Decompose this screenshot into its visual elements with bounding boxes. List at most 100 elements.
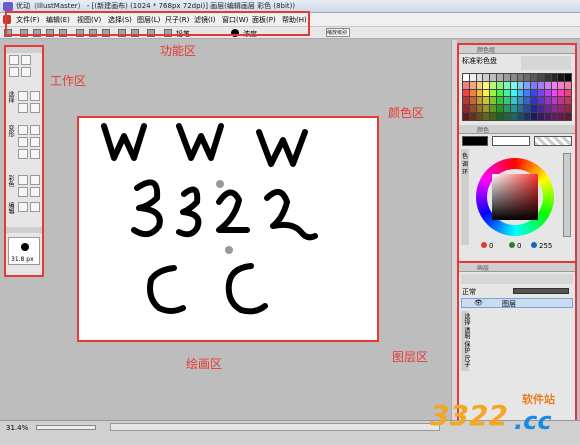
color-swatch[interactable] xyxy=(531,97,537,105)
blur-tool-icon[interactable] xyxy=(18,149,28,159)
color-swatch[interactable] xyxy=(531,74,537,81)
color-swatch[interactable] xyxy=(469,105,476,113)
color-swatch[interactable] xyxy=(551,89,558,97)
color-swatch[interactable] xyxy=(483,97,490,105)
color-swatch[interactable] xyxy=(565,97,571,105)
color-swatch[interactable] xyxy=(565,74,571,81)
color-swatch[interactable] xyxy=(497,113,503,120)
layer-visible-icon[interactable]: 👁 xyxy=(474,299,483,307)
color-swatch[interactable] xyxy=(483,113,490,120)
color-swatch[interactable] xyxy=(510,97,517,105)
lasso-select-icon[interactable] xyxy=(30,91,40,101)
color-swatch[interactable] xyxy=(503,105,510,113)
watercolor-tool-icon[interactable] xyxy=(30,137,40,147)
sub-color-swatch[interactable] xyxy=(492,136,530,146)
color-swatch[interactable] xyxy=(463,81,469,89)
color-swatch[interactable] xyxy=(544,113,551,120)
color-swatch[interactable] xyxy=(497,89,503,97)
color-swatch[interactable] xyxy=(544,89,551,97)
color-swatch[interactable] xyxy=(565,89,571,97)
color-swatch[interactable] xyxy=(524,74,531,81)
color-swatch[interactable] xyxy=(551,105,558,113)
color-swatch[interactable] xyxy=(510,105,517,113)
transparent-swatch[interactable] xyxy=(534,136,572,146)
layer-row[interactable]: 👁 图层 xyxy=(461,298,573,308)
color-swatch[interactable] xyxy=(565,113,571,120)
color-swatch[interactable] xyxy=(503,81,510,89)
color-swatch[interactable] xyxy=(476,113,483,120)
color-swatch[interactable] xyxy=(524,89,531,97)
color-swatch[interactable] xyxy=(490,81,497,89)
color-swatch[interactable] xyxy=(565,81,571,89)
color-swatch[interactable] xyxy=(497,81,503,89)
color-swatch[interactable] xyxy=(558,113,565,120)
color-swatch[interactable] xyxy=(551,81,558,89)
color-swatch[interactable] xyxy=(476,89,483,97)
color-swatch[interactable] xyxy=(537,89,544,97)
brush-size-preview[interactable]: 31.8 px xyxy=(8,237,40,265)
rect-select-icon[interactable] xyxy=(18,91,28,101)
color-swatch-grid[interactable] xyxy=(462,73,572,121)
color-swatch[interactable] xyxy=(544,97,551,105)
color-swatch[interactable] xyxy=(531,81,537,89)
select-pen-icon[interactable] xyxy=(30,103,40,113)
color-swatch[interactable] xyxy=(490,74,497,81)
color-swatch[interactable] xyxy=(469,89,476,97)
rotate-tool-icon[interactable] xyxy=(9,67,19,77)
color-swatch[interactable] xyxy=(483,81,490,89)
layer-name[interactable]: 图层 xyxy=(502,299,516,309)
text-tool-icon[interactable] xyxy=(30,187,40,197)
zoom-level-field[interactable]: 缩放级别 xyxy=(326,28,350,37)
color-swatch[interactable] xyxy=(558,97,565,105)
color-swatch[interactable] xyxy=(490,97,497,105)
layer-side-tabs[interactable]: 选择 透明 保护 尺子 xyxy=(461,311,470,371)
color-swatch[interactable] xyxy=(531,113,537,120)
swatch-set-name[interactable]: 标准彩色盘 xyxy=(462,56,497,66)
color-swatch[interactable] xyxy=(524,105,531,113)
color-swatch[interactable] xyxy=(490,89,497,97)
color-swatch[interactable] xyxy=(544,81,551,89)
main-color-swatch[interactable] xyxy=(462,136,488,146)
color-swatch[interactable] xyxy=(510,81,517,89)
color-swatch[interactable] xyxy=(558,89,565,97)
shape-tool-icon[interactable] xyxy=(30,202,40,212)
color-mode-tabs[interactable]: 色 调 环 xyxy=(461,149,469,245)
color-swatch[interactable] xyxy=(524,113,531,120)
color-swatch[interactable] xyxy=(517,81,524,89)
color-swatch[interactable] xyxy=(469,74,476,81)
color-swatch[interactable] xyxy=(510,89,517,97)
color-swatch[interactable] xyxy=(483,105,490,113)
stamp-tool-icon[interactable] xyxy=(18,202,28,212)
zoom-slider[interactable] xyxy=(36,425,96,430)
magic-wand-icon[interactable] xyxy=(18,103,28,113)
color-swatch[interactable] xyxy=(497,97,503,105)
opacity-slider[interactable] xyxy=(513,288,569,294)
color-swatch[interactable] xyxy=(558,105,565,113)
color-swatch[interactable] xyxy=(537,105,544,113)
airbrush-tool-icon[interactable] xyxy=(18,137,28,147)
saturation-value-square[interactable] xyxy=(492,174,538,220)
color-swatch[interactable] xyxy=(510,74,517,81)
color-swatch[interactable] xyxy=(469,113,476,120)
color-swatch[interactable] xyxy=(503,97,510,105)
color-swatch[interactable] xyxy=(469,81,476,89)
color-swatch[interactable] xyxy=(517,113,524,120)
color-swatch[interactable] xyxy=(463,113,469,120)
color-swatch[interactable] xyxy=(551,97,558,105)
color-swatch[interactable] xyxy=(476,97,483,105)
gradient-tool-icon[interactable] xyxy=(30,175,40,185)
color-swatch[interactable] xyxy=(551,113,558,120)
color-swatch[interactable] xyxy=(463,105,469,113)
color-swatch[interactable] xyxy=(524,81,531,89)
color-swatch[interactable] xyxy=(531,89,537,97)
fill-tool-icon[interactable] xyxy=(18,175,28,185)
zoom-tool-icon[interactable] xyxy=(9,55,19,65)
color-swatch[interactable] xyxy=(517,89,524,97)
color-swatch[interactable] xyxy=(531,105,537,113)
color-swatch[interactable] xyxy=(537,81,544,89)
color-swatch[interactable] xyxy=(476,105,483,113)
color-swatch[interactable] xyxy=(503,74,510,81)
color-swatch[interactable] xyxy=(469,97,476,105)
color-swatch[interactable] xyxy=(503,89,510,97)
color-swatch[interactable] xyxy=(510,113,517,120)
